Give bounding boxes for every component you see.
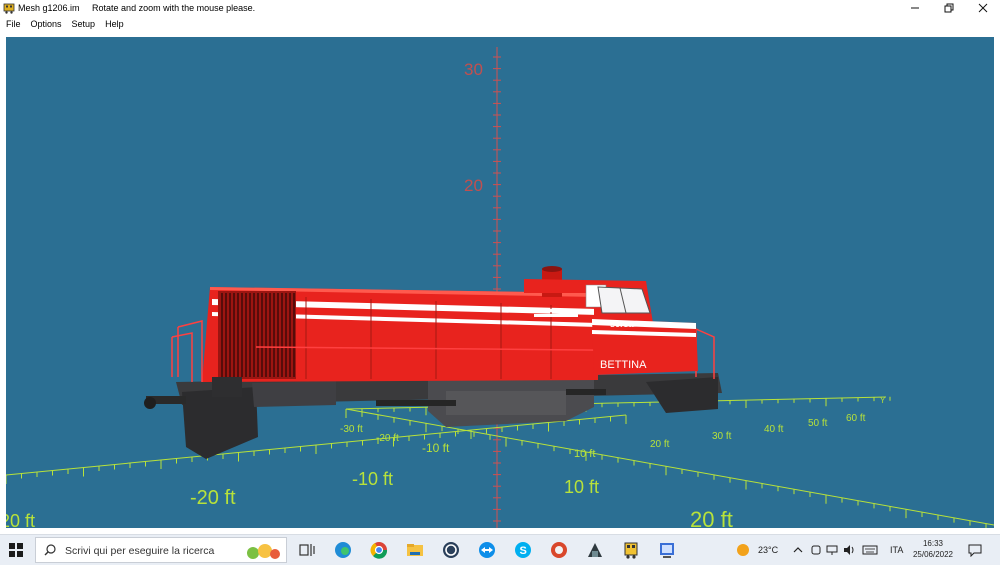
keyboard-icon[interactable] bbox=[862, 544, 878, 556]
train-app-icon[interactable] bbox=[621, 540, 641, 560]
menu-file[interactable]: File bbox=[2, 19, 25, 29]
locomotive-name-plate: BETTINA bbox=[600, 359, 647, 371]
weather-temperature[interactable]: 23°C bbox=[758, 535, 778, 565]
grid-label-large-10: 10 ft bbox=[564, 477, 599, 497]
grid-label-minus-30: -30 ft bbox=[340, 424, 363, 435]
menu-setup[interactable]: Setup bbox=[68, 19, 100, 29]
windows-start-icon[interactable] bbox=[9, 543, 23, 557]
grid-label-10: 10 ft bbox=[574, 448, 595, 460]
grid-label-30: 30 ft bbox=[712, 431, 732, 442]
scene-canvas[interactable]: 30 20 Y -30 ft -20 ft -10 ft 10 ft 20 ft… bbox=[6, 37, 994, 528]
grid-label-large-minus-20: -20 ft bbox=[190, 487, 236, 509]
close-icon bbox=[978, 3, 988, 13]
minimize-icon bbox=[911, 7, 919, 9]
vertical-axis bbox=[493, 47, 501, 528]
grid-label-minus-20: -20 ft bbox=[376, 433, 399, 444]
grid-label-40: 40 ft bbox=[764, 424, 784, 435]
clock-date: 25/06/2022 bbox=[912, 550, 954, 559]
vertical-axis-label-30: 30 bbox=[464, 60, 483, 79]
app-icon-3[interactable] bbox=[585, 540, 605, 560]
skype-icon[interactable]: S bbox=[513, 540, 533, 560]
grid-label-20: 20 ft bbox=[650, 439, 670, 450]
minimize-button[interactable] bbox=[898, 0, 932, 16]
edge-icon[interactable] bbox=[333, 540, 353, 560]
grid-label-minus-10: -10 ft bbox=[422, 441, 450, 455]
title-bar: Mesh g1206.im Rotate and zoom with the m… bbox=[0, 0, 1000, 16]
grid-label-50: 50 ft bbox=[808, 418, 828, 429]
close-button[interactable] bbox=[966, 0, 1000, 16]
onedrive-icon[interactable] bbox=[810, 544, 822, 556]
clock-time: 16:33 bbox=[922, 539, 944, 548]
weather-sun-icon bbox=[737, 544, 749, 556]
svg-text:S: S bbox=[520, 545, 527, 557]
grid-label-60: 60 ft bbox=[846, 413, 866, 424]
restore-button[interactable] bbox=[932, 0, 966, 16]
grid-label-large-20: 20 ft bbox=[690, 507, 733, 528]
search-highlight-icon bbox=[247, 544, 280, 559]
vertical-axis-label-20: 20 bbox=[464, 176, 483, 195]
chrome-icon[interactable] bbox=[369, 540, 389, 560]
teamviewer-icon[interactable] bbox=[477, 540, 497, 560]
system-clock[interactable]: 16:33 25/06/2022 bbox=[910, 538, 956, 560]
grid-label-large-minus-10: -10 ft bbox=[352, 469, 393, 489]
app-icon-2[interactable] bbox=[549, 540, 569, 560]
3d-viewport[interactable]: 30 20 Y -30 ft -20 ft -10 ft 10 ft 20 ft… bbox=[6, 37, 994, 528]
locomotive-logo: sersa bbox=[610, 319, 635, 329]
task-view-icon[interactable] bbox=[297, 540, 317, 560]
app-icon bbox=[3, 3, 15, 14]
chevron-up-icon[interactable] bbox=[792, 544, 804, 556]
mesh-viewer-icon[interactable] bbox=[657, 540, 677, 560]
app-icon-1[interactable] bbox=[441, 540, 461, 560]
taskbar: Scrivi qui per eseguire la ricerca S 23°… bbox=[0, 534, 1000, 565]
grid-label-edge: 20 ft bbox=[6, 511, 35, 528]
search-icon bbox=[44, 544, 56, 556]
language-indicator[interactable]: ITA bbox=[890, 535, 903, 565]
menu-options[interactable]: Options bbox=[27, 19, 66, 29]
grid-axis-y-label: Y bbox=[880, 396, 886, 405]
network-icon[interactable] bbox=[826, 544, 838, 556]
search-placeholder: Scrivi qui per eseguire la ricerca bbox=[65, 545, 215, 557]
notifications-icon[interactable] bbox=[968, 543, 982, 557]
locomotive-model: sersa BETTINA bbox=[144, 266, 722, 459]
menu-help[interactable]: Help bbox=[101, 19, 128, 29]
window-title: Mesh g1206.im Rotate and zoom with the m… bbox=[18, 3, 256, 13]
menu-bar: File Options Setup Help bbox=[0, 16, 1000, 32]
restore-icon bbox=[944, 3, 954, 13]
file-explorer-icon[interactable] bbox=[405, 540, 425, 560]
volume-icon[interactable] bbox=[843, 544, 855, 556]
search-box[interactable]: Scrivi qui per eseguire la ricerca bbox=[35, 537, 287, 563]
